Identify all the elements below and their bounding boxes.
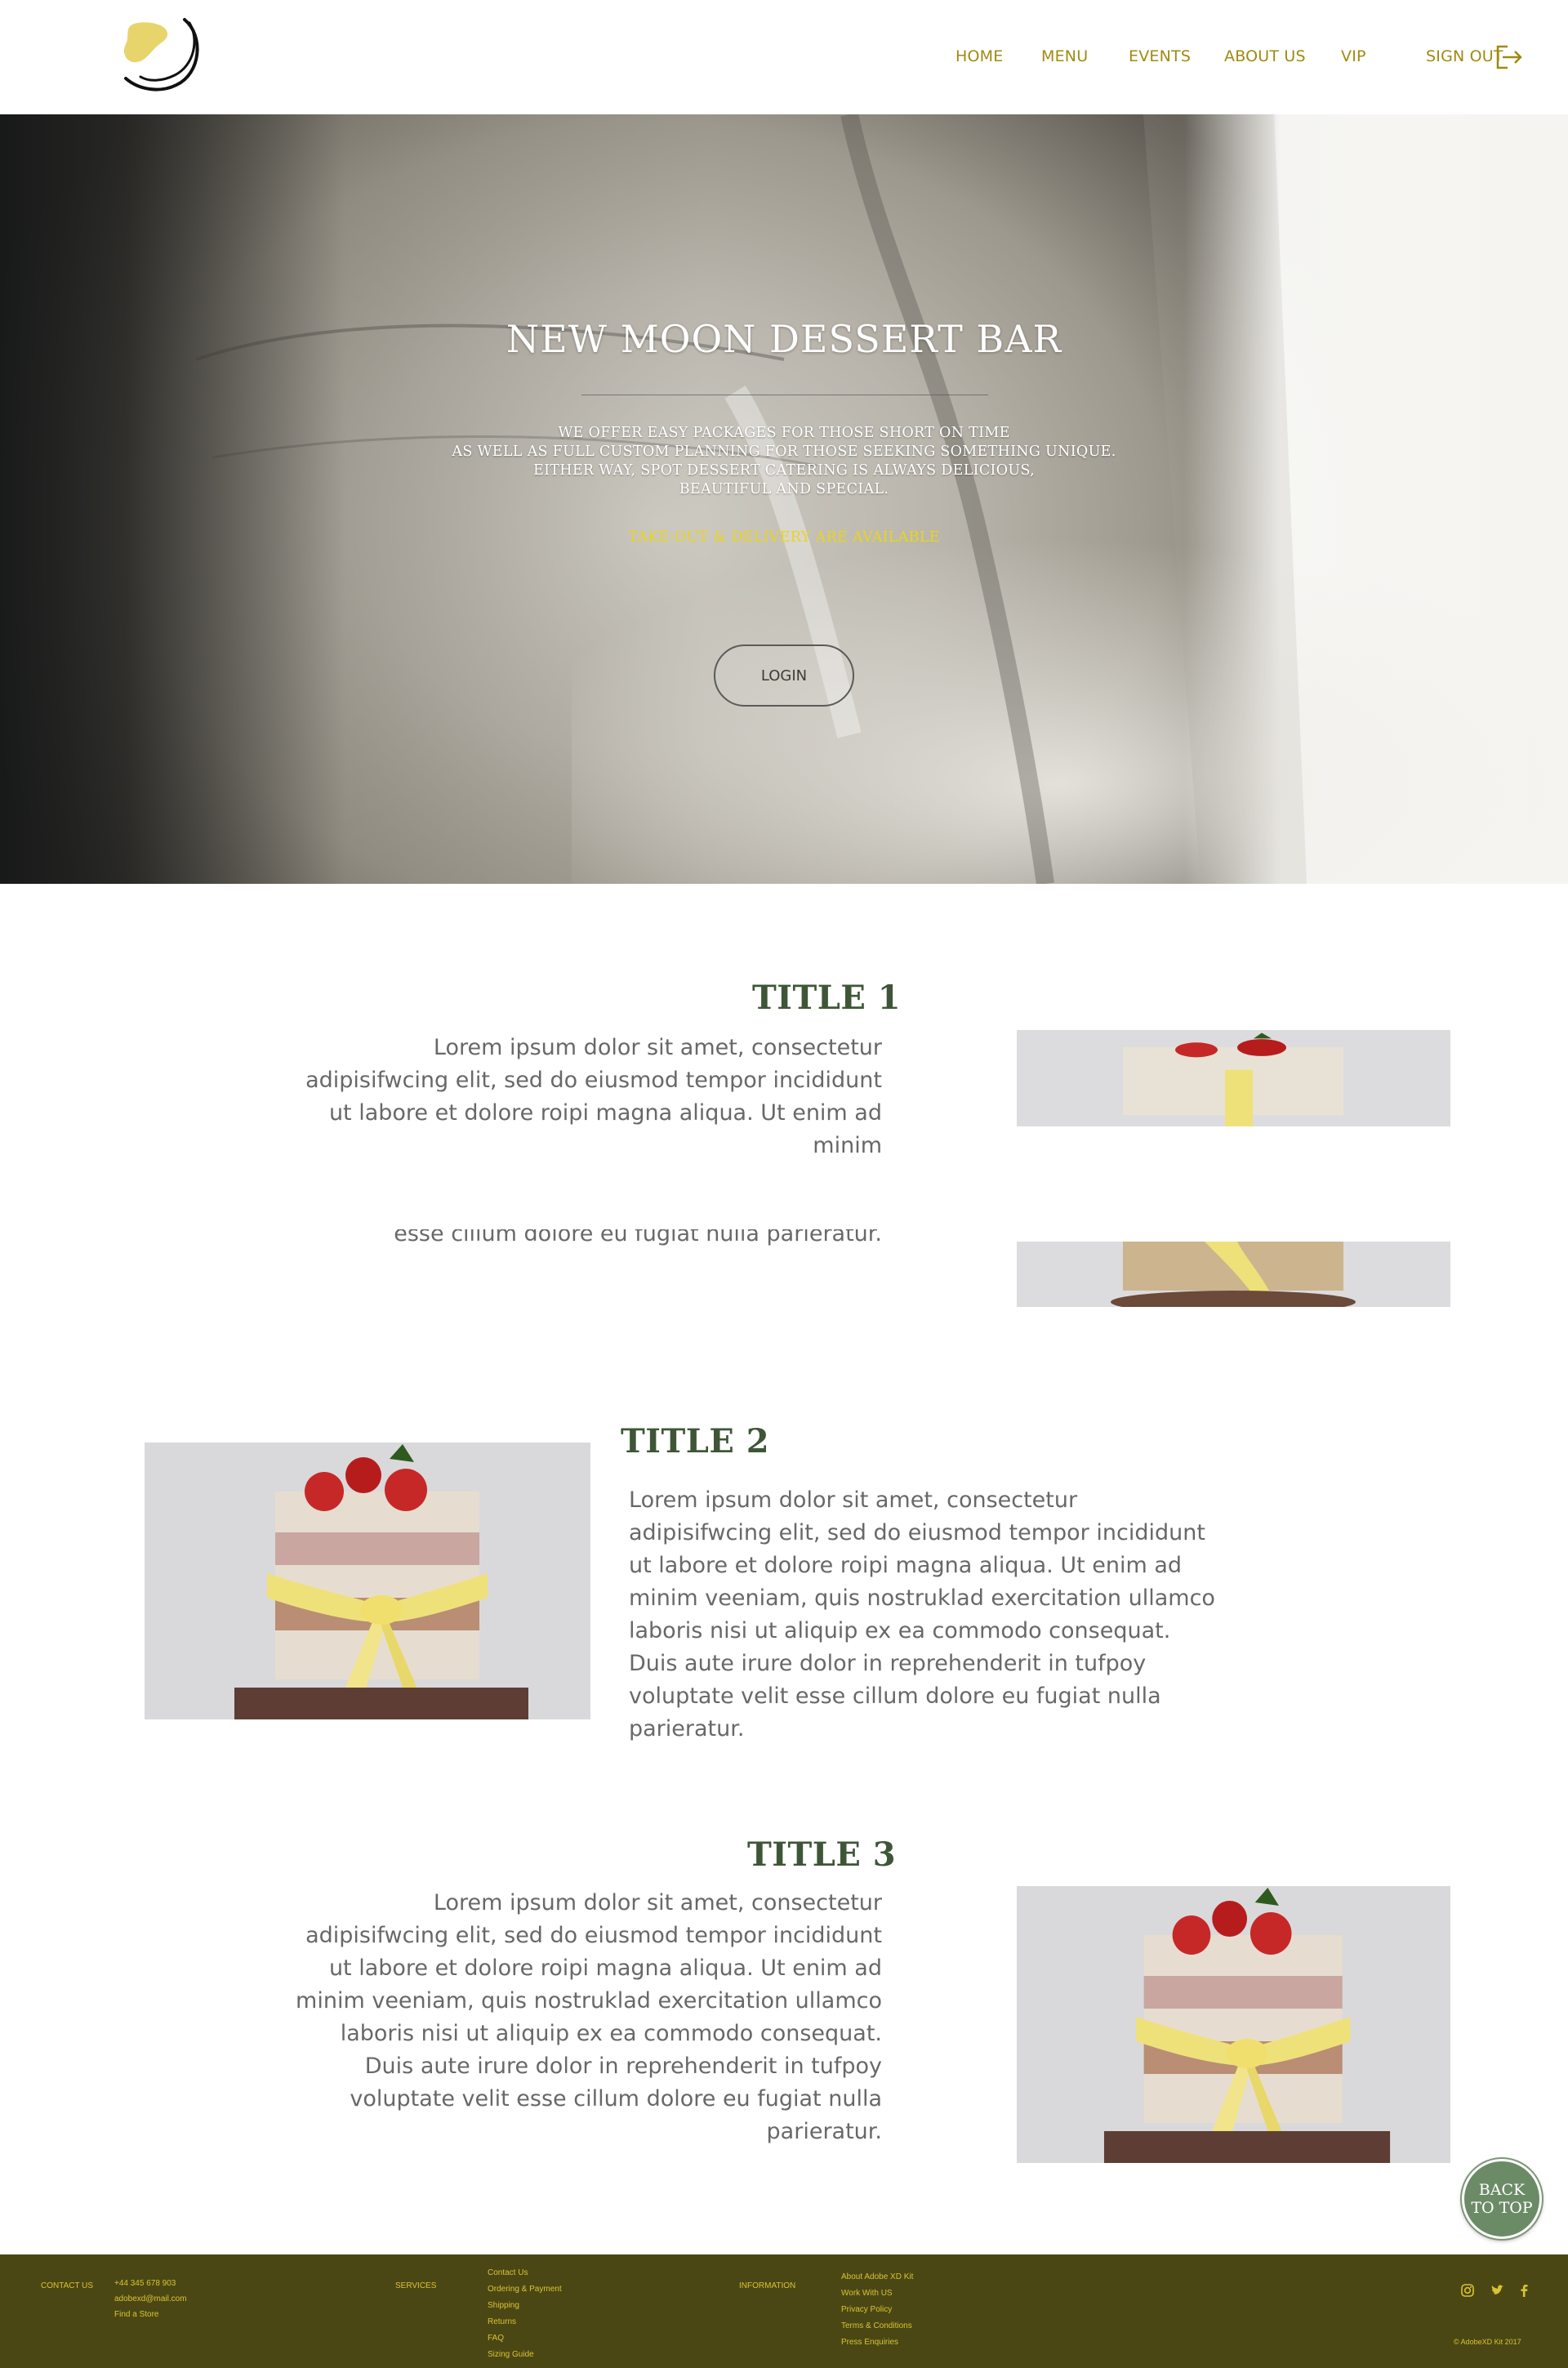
footer-information-link[interactable]: Work With US bbox=[841, 2289, 893, 2298]
cake-image bbox=[145, 1443, 590, 1719]
hero-text-line: EITHER WAY, SPOT DESSERT CATERING IS ALW… bbox=[533, 462, 1035, 479]
footer-information-link[interactable]: Terms & Conditions bbox=[841, 2321, 912, 2330]
footer-services-link[interactable]: Ordering & Payment bbox=[488, 2285, 562, 2294]
footer-services-link[interactable]: Contact Us bbox=[488, 2268, 528, 2277]
footer-phone[interactable]: +44 345 678 903 bbox=[114, 2279, 176, 2288]
login-button[interactable]: LOGIN bbox=[714, 644, 854, 707]
footer-information-heading: INFORMATION bbox=[739, 2281, 796, 2290]
footer-services-link[interactable]: Sizing Guide bbox=[488, 2350, 534, 2359]
hero-text-line: BEAUTIFUL AND SPECIAL. bbox=[679, 481, 889, 497]
footer-contact-heading: CONTACT US bbox=[41, 2281, 94, 2290]
moon-logo-icon[interactable] bbox=[119, 15, 209, 100]
footer-find-store-link[interactable]: Find a Store bbox=[114, 2310, 158, 2319]
footer-services-heading: SERVICES bbox=[395, 2281, 437, 2290]
section-2-text: Lorem ipsum dolor sit amet, consectetur … bbox=[629, 1487, 1215, 1741]
section-1-title: TITLE 1 bbox=[752, 979, 902, 1017]
hero-text-line: AS WELL AS FULL CUSTOM PLANNING FOR THOS… bbox=[452, 444, 1116, 460]
section-1-tail-line: esse cillum dolore eu fugiat nulla parie… bbox=[394, 1229, 882, 1246]
nav-about-us[interactable]: ABOUT US bbox=[1224, 47, 1306, 65]
footer-copyright: © AdobeXD Kit 2017 bbox=[1454, 2338, 1521, 2346]
footer-information-link[interactable]: About Adobe XD Kit bbox=[841, 2272, 913, 2281]
sign-out-icon[interactable] bbox=[1494, 43, 1524, 71]
footer-services-link[interactable]: FAQ bbox=[488, 2334, 504, 2343]
hero-banner bbox=[0, 114, 1568, 884]
nav-vip[interactable]: VIP bbox=[1341, 47, 1366, 65]
hero-title: NEW MOON DESSERT BAR bbox=[506, 317, 1062, 361]
section-1-photo-top bbox=[1017, 1030, 1450, 1126]
instagram-icon[interactable] bbox=[1460, 2283, 1475, 2298]
section-3-title: TITLE 3 bbox=[747, 1835, 897, 1874]
footer-email[interactable]: adobexd@mail.com bbox=[114, 2294, 187, 2303]
hero-delivery-note: TAKE-OUT & DELIVERY ARE AVAILABLE bbox=[628, 529, 940, 546]
site-footer bbox=[0, 2254, 1568, 2368]
site-header: HOME MENU EVENTS ABOUT US VIP SIGN OUT bbox=[0, 0, 1568, 114]
footer-information-link[interactable]: Privacy Policy bbox=[841, 2305, 892, 2314]
cake-image bbox=[1017, 1030, 1450, 1126]
section-1-text: Lorem ipsum dolor sit amet, consectetur … bbox=[305, 1035, 882, 1158]
hero-background-photo bbox=[195, 114, 1307, 884]
section-2-photo bbox=[145, 1443, 590, 1719]
section-3-photo bbox=[1017, 1886, 1450, 2163]
facebook-icon[interactable] bbox=[1517, 2283, 1531, 2298]
footer-services-link[interactable]: Shipping bbox=[488, 2301, 519, 2310]
section-2-title: TITLE 2 bbox=[621, 1422, 770, 1460]
nav-menu[interactable]: MENU bbox=[1041, 47, 1088, 65]
footer-information-link[interactable]: Press Enquiries bbox=[841, 2338, 898, 2347]
footer-services-link[interactable]: Returns bbox=[488, 2317, 516, 2326]
back-to-top-label: BACK TO TOP bbox=[1471, 2181, 1533, 2217]
back-to-top-button[interactable]: BACK TO TOP bbox=[1462, 2159, 1542, 2239]
section-1-photo-bottom bbox=[1017, 1242, 1450, 1307]
nav-sign-out[interactable]: SIGN OUT bbox=[1426, 47, 1503, 65]
section-3-text: Lorem ipsum dolor sit amet, consectetur … bbox=[296, 1890, 882, 2144]
hero-text-line: WE OFFER EASY PACKAGES FOR THOSE SHORT O… bbox=[558, 425, 1010, 441]
nav-events[interactable]: EVENTS bbox=[1129, 47, 1191, 65]
cake-image bbox=[1017, 1886, 1450, 2163]
nav-home[interactable]: HOME bbox=[956, 47, 1003, 65]
twitter-icon[interactable] bbox=[1490, 2283, 1504, 2298]
section-1-text-tail: esse cillum dolore eu fugiat nulla parie… bbox=[294, 1229, 882, 1247]
cake-image bbox=[1017, 1242, 1450, 1307]
